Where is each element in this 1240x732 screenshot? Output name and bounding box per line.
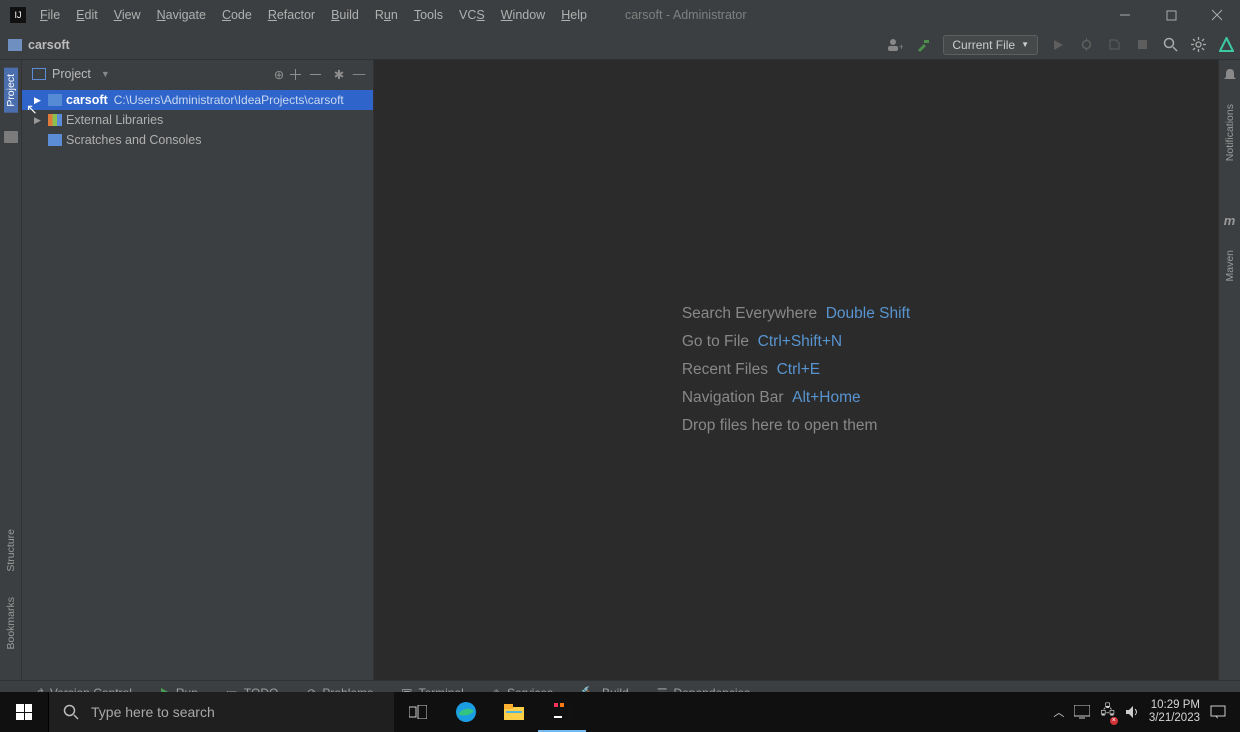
- hint-line: Search Everywhere Double Shift: [682, 305, 910, 323]
- taskbar-intellij[interactable]: [538, 692, 586, 732]
- build-hammer-icon[interactable]: [915, 37, 931, 53]
- tray-monitor-icon[interactable]: [1074, 705, 1090, 719]
- taskbar-search[interactable]: Type here to search: [48, 692, 394, 732]
- project-view-dropdown-icon[interactable]: ▼: [101, 69, 110, 79]
- scratches-icon: [48, 134, 62, 146]
- project-tool-title[interactable]: Project: [52, 67, 91, 81]
- gutter-structure-tab[interactable]: Structure: [5, 525, 17, 576]
- select-opened-file-icon[interactable]: ⊕: [269, 67, 289, 82]
- tree-external-libraries[interactable]: ▶ External Libraries: [22, 110, 373, 130]
- maven-icon[interactable]: m: [1224, 213, 1236, 228]
- tree-root-name: carsoft: [66, 93, 108, 107]
- folder-icon: [48, 94, 62, 106]
- menu-navigate[interactable]: Navigate: [149, 0, 214, 30]
- system-tray: ︿ 🖧× 10:29 PM 3/21/2023: [1053, 699, 1240, 725]
- settings-icon[interactable]: [1190, 37, 1206, 53]
- run-config-selector[interactable]: Current File▼: [943, 35, 1038, 55]
- menu-run[interactable]: Run: [367, 0, 406, 30]
- project-tree: ▶ carsoft C:\Users\Administrator\IdeaPro…: [22, 88, 373, 150]
- hint-line: Go to File Ctrl+Shift+N: [682, 333, 910, 351]
- taskbar-explorer[interactable]: [490, 692, 538, 732]
- search-icon[interactable]: [1162, 37, 1178, 53]
- hide-tool-icon[interactable]: —: [349, 67, 369, 81]
- gutter-bookmarks-tab[interactable]: Bookmarks: [5, 593, 17, 654]
- taskbar-search-placeholder: Type here to search: [91, 704, 215, 720]
- gutter-folder-icon[interactable]: [4, 131, 18, 143]
- add-user-icon[interactable]: +: [887, 37, 903, 53]
- search-icon: [63, 704, 79, 720]
- project-tool-header: Project ▼ ⊕ ✱ —: [22, 60, 373, 88]
- run-button[interactable]: [1050, 37, 1066, 53]
- tree-scratches[interactable]: Scratches and Consoles: [22, 130, 373, 150]
- expand-all-icon[interactable]: [289, 68, 309, 81]
- window-title: carsoft - Administrator: [625, 8, 747, 22]
- tree-libs-label: External Libraries: [66, 113, 163, 127]
- hint-line: Navigation Bar Alt+Home: [682, 389, 910, 407]
- tray-action-center-icon[interactable]: [1210, 705, 1226, 720]
- libraries-icon: [48, 114, 62, 126]
- tree-root-node[interactable]: ▶ carsoft C:\Users\Administrator\IdeaPro…: [22, 90, 373, 110]
- menu-file[interactable]: File: [32, 0, 68, 30]
- expand-arrow-icon[interactable]: ▶: [34, 115, 44, 126]
- tray-volume-icon[interactable]: [1125, 705, 1139, 719]
- breadcrumb-folder-icon: [8, 39, 22, 51]
- menu-help[interactable]: Help: [553, 0, 595, 30]
- menu-view[interactable]: View: [106, 0, 149, 30]
- gutter-project-tab[interactable]: Project: [4, 68, 18, 113]
- tray-clock[interactable]: 10:29 PM 3/21/2023: [1149, 699, 1200, 725]
- right-gutter: Notifications m Maven: [1218, 60, 1240, 680]
- nav-bar: carsoft + Current File▼: [0, 30, 1240, 60]
- svg-text:+: +: [899, 42, 903, 52]
- gutter-maven-tab[interactable]: Maven: [1224, 246, 1236, 286]
- menu-window[interactable]: Window: [493, 0, 553, 30]
- menu-vcs[interactable]: VCS: [451, 0, 493, 30]
- task-view-button[interactable]: [394, 692, 442, 732]
- breadcrumb-root[interactable]: carsoft: [28, 38, 70, 52]
- run-coverage-button[interactable]: [1106, 37, 1122, 53]
- tree-scratches-label: Scratches and Consoles: [66, 133, 202, 147]
- maximize-button[interactable]: [1148, 0, 1194, 30]
- minimize-button[interactable]: [1102, 0, 1148, 30]
- tray-expand-icon[interactable]: ︿: [1053, 704, 1064, 720]
- project-view-icon: [32, 68, 46, 80]
- app-icon: IJ: [10, 7, 26, 23]
- menu-edit[interactable]: Edit: [68, 0, 106, 30]
- left-gutter: Project Structure Bookmarks: [0, 60, 22, 680]
- editor-empty-state[interactable]: Search Everywhere Double Shift Go to Fil…: [374, 60, 1218, 680]
- ide-updates-icon[interactable]: [1218, 37, 1234, 53]
- debug-button[interactable]: [1078, 37, 1094, 53]
- gutter-notifications-tab[interactable]: Notifications: [1224, 100, 1236, 165]
- taskbar-edge[interactable]: [442, 692, 490, 732]
- hint-line: Recent Files Ctrl+E: [682, 361, 910, 379]
- close-button[interactable]: [1194, 0, 1240, 30]
- expand-arrow-icon[interactable]: ▶: [34, 95, 44, 106]
- tree-root-path: C:\Users\Administrator\IdeaProjects\cars…: [114, 93, 344, 107]
- menu-refactor[interactable]: Refactor: [260, 0, 323, 30]
- tool-settings-icon[interactable]: ✱: [329, 67, 349, 82]
- collapse-all-icon[interactable]: [309, 68, 329, 81]
- menu-tools[interactable]: Tools: [406, 0, 451, 30]
- windows-taskbar: Type here to search ︿ 🖧× 10:29 PM 3/21/2…: [0, 692, 1240, 732]
- menu-build[interactable]: Build: [323, 0, 367, 30]
- hint-drop: Drop files here to open them: [682, 417, 910, 435]
- menu-code[interactable]: Code: [214, 0, 260, 30]
- project-tool-window: Project ▼ ⊕ ✱ — ▶ carsoft C:\Users\Admin…: [22, 60, 374, 680]
- tray-network-icon[interactable]: 🖧×: [1100, 701, 1115, 723]
- menu-bar: IJ File Edit View Navigate Code Refactor…: [0, 0, 1240, 30]
- start-button[interactable]: [0, 692, 48, 732]
- notifications-icon[interactable]: [1223, 68, 1237, 82]
- stop-button[interactable]: [1134, 37, 1150, 53]
